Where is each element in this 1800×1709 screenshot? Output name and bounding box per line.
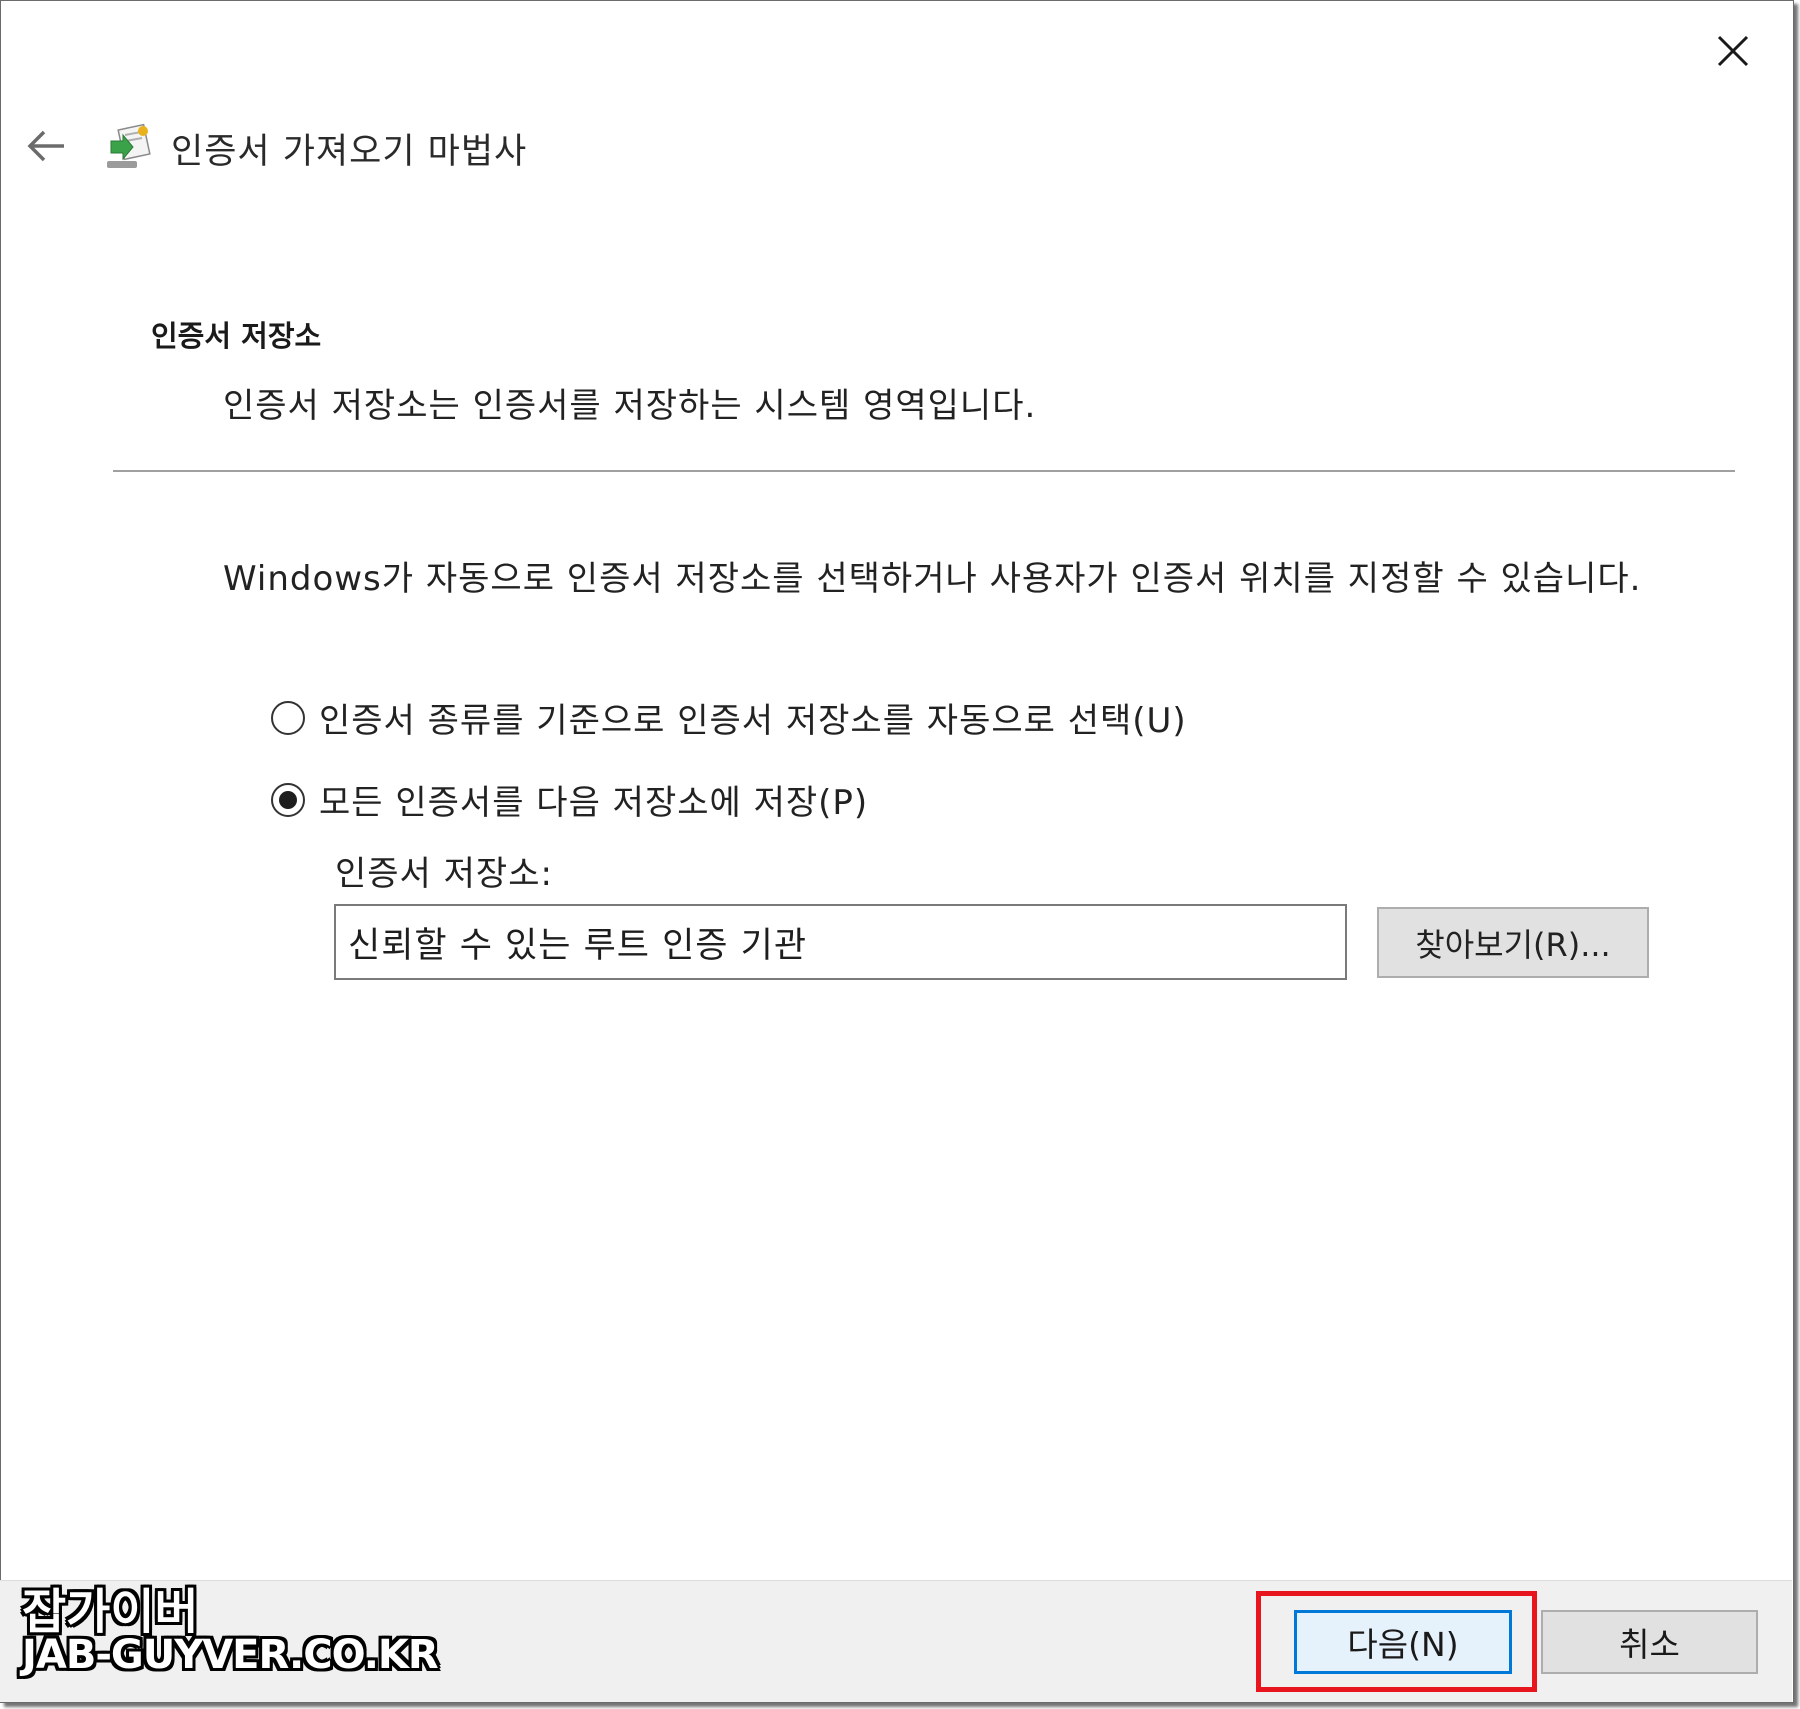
next-button[interactable]: 다음(N): [1294, 1610, 1512, 1674]
store-field-label: 인증서 저장소:: [335, 854, 553, 894]
close-button[interactable]: [1705, 23, 1761, 79]
page-heading: 인증서 저장소: [151, 319, 322, 353]
browse-button[interactable]: 찾아보기(R)...: [1377, 907, 1649, 978]
radio-place-all-label: 모든 인증서를 다음 저장소에 저장(P): [319, 783, 869, 823]
back-button[interactable]: [21, 121, 71, 171]
radio-auto-select-label: 인증서 종류를 기준으로 인증서 저장소를 자동으로 선택(U): [319, 701, 1187, 741]
header-divider: [113, 470, 1735, 472]
radio-button-checked[interactable]: [271, 782, 305, 817]
certificate-import-icon: [107, 123, 151, 168]
cancel-button[interactable]: 취소: [1541, 1610, 1758, 1674]
window-title: 인증서 가져오기 마법사: [171, 132, 528, 172]
close-icon: [1717, 35, 1749, 67]
intro-text: Windows가 자동으로 인증서 저장소를 선택하거나 사용자가 인증서 위치…: [223, 559, 1642, 599]
radio-auto-select[interactable]: 인증서 종류를 기준으로 인증서 저장소를 자동으로 선택(U): [271, 693, 1187, 742]
wizard-window: 인증서 가져오기 마법사 인증서 저장소 인증서 저장소는 인증서를 저장하는 …: [0, 0, 1794, 1703]
radio-button-unchecked[interactable]: [271, 700, 305, 735]
wizard-footer: [0, 1580, 1792, 1702]
store-input[interactable]: [334, 904, 1347, 980]
arrow-left-icon: [27, 130, 64, 162]
radio-place-all[interactable]: 모든 인증서를 다음 저장소에 저장(P): [271, 775, 868, 824]
page-description: 인증서 저장소는 인증서를 저장하는 시스템 영역입니다.: [223, 386, 1037, 426]
radio-dot: [279, 790, 297, 809]
